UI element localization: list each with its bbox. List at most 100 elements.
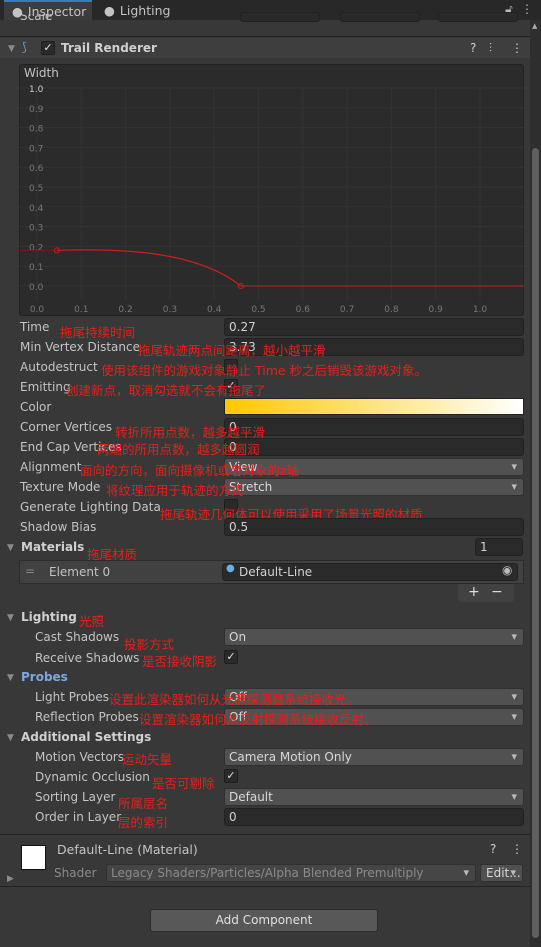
shader-edit-button[interactable]: Edit...: [480, 864, 523, 882]
prop-field[interactable]: 0: [224, 418, 524, 436]
motion-vectors-label: Motion Vectors: [35, 750, 124, 764]
shader-dropdown[interactable]: Legacy Shaders/Particles/Alpha Blended P…: [106, 864, 476, 882]
y-tick-label: 0.9: [29, 105, 44, 115]
scroll-up-icon[interactable]: ▲: [532, 22, 537, 30]
prop-dropdown[interactable]: Stretch: [224, 478, 524, 496]
lighting-header[interactable]: Lighting: [21, 610, 77, 624]
y-tick-label: 0.1: [29, 263, 43, 273]
materials-foldout-icon[interactable]: ▼: [7, 543, 14, 553]
reflection-probes-label: Reflection Probes: [35, 710, 139, 724]
tab-lighting[interactable]: ● Lighting: [96, 0, 178, 20]
material-icon: ●: [226, 563, 235, 574]
prop-field[interactable]: 0: [224, 438, 524, 456]
x-tick-label: 0.1: [74, 305, 88, 315]
material-menu-icon[interactable]: ⋮: [511, 842, 523, 856]
y-tick-label: 0.0: [29, 283, 44, 293]
lighting-foldout-icon[interactable]: ▼: [7, 613, 14, 623]
order-in-layer-label: Order in Layer: [35, 810, 122, 824]
y-tick-label: 0.2: [29, 243, 43, 253]
more-icon[interactable]: ⋮: [521, 2, 533, 16]
prop-label: Min Vertex Distance: [20, 340, 140, 354]
foldout-triangle-icon[interactable]: ▼: [8, 44, 15, 54]
prop-note: 两端的所用点数，越多越圆润: [97, 442, 260, 457]
material-preview: [21, 845, 46, 870]
prop-label: Color: [20, 400, 52, 414]
prop-note: 面向的方向，面向摄像机或者对象的z轴: [80, 463, 300, 478]
shader-label: Shader: [54, 866, 97, 880]
x-tick-label: 0.3: [163, 305, 177, 315]
materials-size-field[interactable]: 1: [475, 538, 523, 556]
component-title: Trail Renderer: [61, 41, 157, 55]
scale-x[interactable]: [240, 12, 320, 22]
add-component-button[interactable]: Add Component: [150, 909, 378, 932]
presets-icon[interactable]: ⫶: [489, 41, 492, 56]
prop-label: Alignment: [20, 460, 82, 474]
prop-note: 拖尾轨迹两点间距离，越小越平滑: [138, 343, 326, 358]
y-tick-label: 0.5: [29, 184, 43, 194]
motion-vectors-note: 运动矢量: [122, 752, 173, 767]
sorting-layer-label: Sorting Layer: [35, 790, 116, 804]
lighting-note: 光照: [79, 614, 105, 629]
component-menu-icon[interactable]: ⋮: [511, 41, 523, 55]
order-in-layer-note: 层的索引: [118, 815, 169, 830]
trail-renderer-icon: ⟆: [22, 40, 27, 54]
prop-note: 将纹理应用于轨迹的方式: [106, 483, 244, 498]
y-tick-label: 0.6: [29, 164, 44, 174]
sorting-layer-dropdown[interactable]: Default: [224, 788, 524, 806]
receive-shadows-note: 是否接收阴影: [142, 654, 218, 669]
receive-shadows-checkbox[interactable]: ✓: [224, 650, 238, 664]
color-gradient-field[interactable]: [224, 398, 524, 415]
prop-label: Corner Vertices: [20, 420, 113, 434]
probes-foldout-icon[interactable]: ▼: [7, 673, 14, 683]
x-tick-label: 0.7: [340, 305, 354, 315]
object-picker-icon[interactable]: ◉: [502, 563, 512, 577]
materials-header[interactable]: Materials: [21, 540, 84, 554]
dynamic-occlusion-label: Dynamic Occlusion: [35, 770, 150, 784]
light-probes-note: 设置此渲染器如何从光照探测器系统接收光。: [109, 692, 360, 707]
sorting-layer-note: 所属层名: [118, 796, 169, 811]
scale-label: Scale: [20, 14, 53, 22]
y-tick-label: 0.4: [29, 204, 44, 214]
x-tick-label: 0.9: [429, 305, 444, 315]
component-enabled-checkbox[interactable]: ✓: [41, 41, 55, 55]
cast-shadows-label: Cast Shadows: [35, 630, 120, 644]
scale-y[interactable]: [340, 12, 420, 22]
motion-vectors-dropdown[interactable]: Camera Motion Only: [224, 748, 524, 766]
light-probes-label: Light Probes: [35, 690, 110, 704]
probes-header[interactable]: Probes: [21, 670, 68, 684]
material-foldout-icon[interactable]: ▶: [7, 874, 14, 884]
x-tick-label: 0.2: [118, 305, 132, 315]
y-tick-label: 0.8: [29, 125, 44, 135]
help-icon[interactable]: ?: [470, 41, 476, 55]
material-help-icon[interactable]: ?: [490, 842, 496, 856]
additional-foldout-icon[interactable]: ▼: [7, 733, 14, 743]
cast-shadows-dropdown[interactable]: On: [224, 628, 524, 646]
material-name: Default-Line (Material): [57, 842, 198, 857]
dynamic-occlusion-checkbox[interactable]: ✓: [224, 769, 238, 783]
prop-label: Autodestruct: [20, 360, 98, 374]
x-tick-label: 0.8: [384, 305, 399, 315]
scrollbar-thumb[interactable]: [532, 148, 539, 938]
additional-settings-header[interactable]: Additional Settings: [21, 730, 151, 744]
drag-handle-icon[interactable]: =: [25, 564, 35, 578]
prop-note: 拖尾持续时间: [60, 325, 136, 340]
dynamic-occlusion-note: 是否可剔除: [152, 776, 215, 791]
prop-field[interactable]: 0.27: [224, 318, 524, 336]
scrollbar[interactable]: ▲: [530, 20, 541, 947]
material-object-field[interactable]: Default-Line: [222, 563, 518, 581]
prop-label: Shadow Bias: [20, 520, 97, 534]
receive-shadows-label: Receive Shadows: [35, 651, 140, 665]
reflection-probes-note: 设置渲染器如何从反射探测系统接收反射。: [139, 712, 377, 727]
scale-z[interactable]: [438, 12, 518, 22]
remove-element-button[interactable]: −: [491, 584, 503, 600]
add-element-button[interactable]: +: [468, 584, 480, 600]
prop-note: 创建新点，取消勾选就不会有拖尾了: [66, 383, 267, 398]
x-tick-label: 0.5: [251, 305, 265, 315]
order-in-layer-field[interactable]: 0: [224, 808, 524, 826]
x-tick-label: 0.0: [30, 305, 45, 315]
prop-label: Texture Mode: [20, 480, 101, 494]
prop-field[interactable]: 0.5: [224, 518, 524, 536]
width-curve-chart[interactable]: 0.0 0.1 0.2 0.3 0.4 0.5 0.6 0.7 0.8 0.9 1.0 0.0 0.1 0…: [19, 64, 524, 316]
y-tick-label: 0.3: [29, 224, 43, 234]
prop-label: Time: [20, 320, 50, 334]
